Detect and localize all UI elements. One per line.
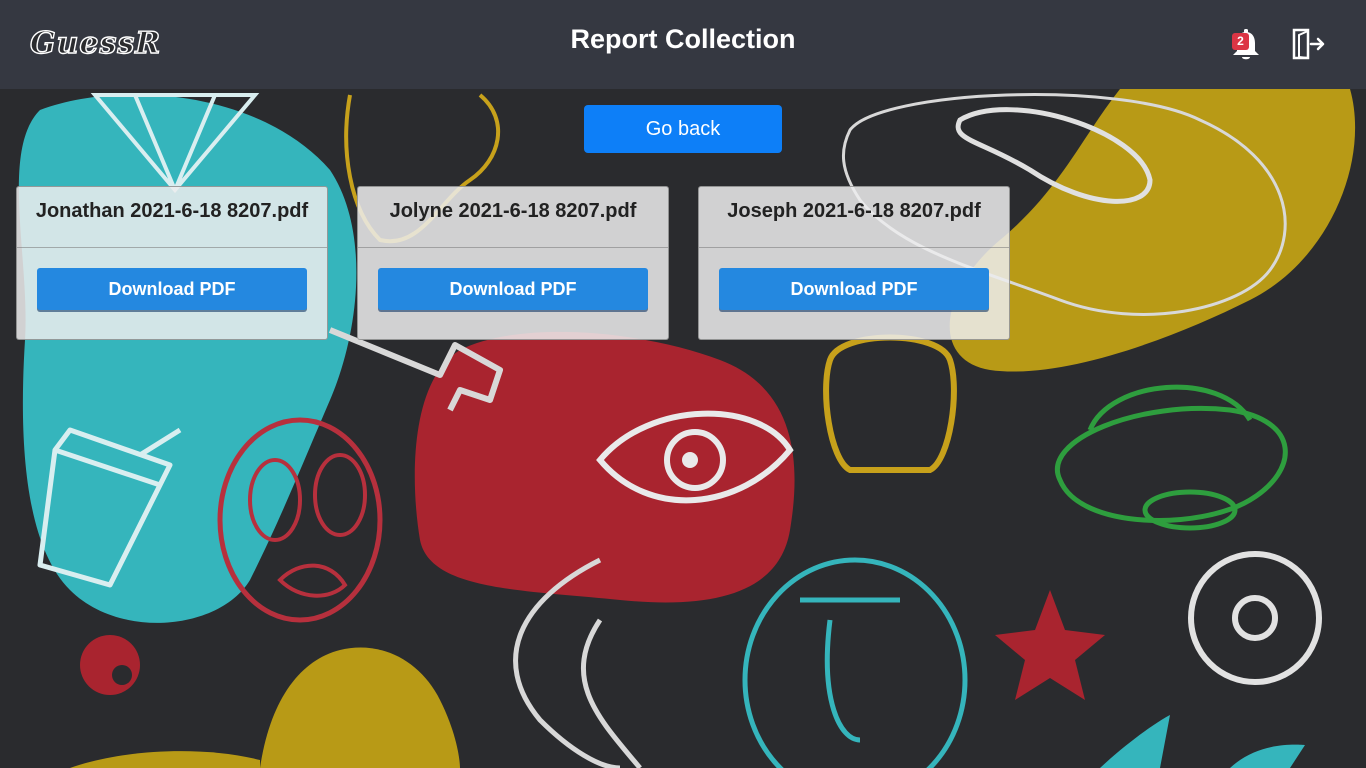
download-pdf-button[interactable]: Download PDF xyxy=(37,268,307,310)
top-navbar: GuessR Report Collection 2 xyxy=(0,0,1366,89)
wing-doodle xyxy=(1100,715,1305,768)
yellow-tail xyxy=(70,751,260,768)
report-filename: Jolyne 2021-6-18 8207.pdf xyxy=(358,187,668,248)
report-filename: Joseph 2021-6-18 8207.pdf xyxy=(699,187,1009,248)
red-dot-doodle xyxy=(80,635,140,695)
report-card: Jonathan 2021-6-18 8207.pdf Download PDF xyxy=(16,186,328,340)
toast-doodle xyxy=(823,334,957,473)
notification-count-badge: 2 xyxy=(1232,33,1249,50)
donut-doodle xyxy=(1188,551,1322,685)
logout-button[interactable] xyxy=(1290,28,1326,60)
download-pdf-button[interactable]: Download PDF xyxy=(719,268,989,310)
download-pdf-button[interactable]: Download PDF xyxy=(378,268,648,310)
notification-button[interactable]: 2 xyxy=(1230,28,1262,62)
yellow-creature xyxy=(260,647,460,768)
report-card: Joseph 2021-6-18 8207.pdf Download PDF xyxy=(698,186,1010,340)
report-filename: Jonathan 2021-6-18 8207.pdf xyxy=(17,187,327,248)
go-back-button[interactable]: Go back xyxy=(584,105,782,153)
star-doodle xyxy=(995,590,1105,700)
report-card: Jolyne 2021-6-18 8207.pdf Download PDF xyxy=(357,186,669,340)
yellow-blob xyxy=(949,89,1356,372)
page-title: Report Collection xyxy=(570,24,796,54)
sign-out-icon xyxy=(1292,28,1325,60)
